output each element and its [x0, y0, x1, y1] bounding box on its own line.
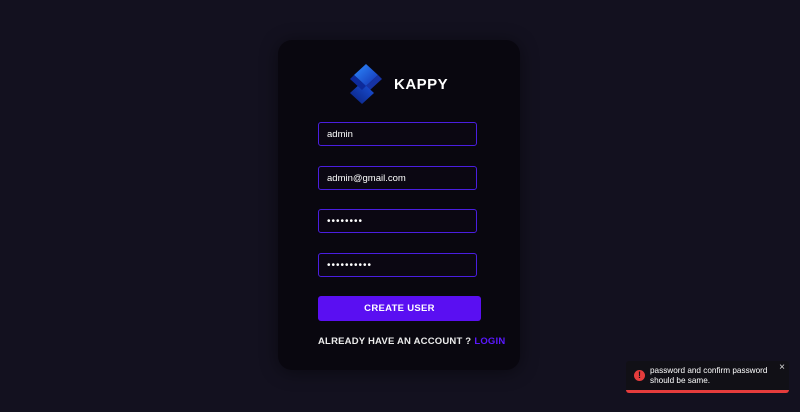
login-prompt-text: ALREADY HAVE AN ACCOUNT ? — [318, 336, 472, 347]
register-page: KAPPY CREATE USER ALREADY HAVE AN ACCOUN… — [0, 0, 800, 412]
username-input[interactable] — [318, 122, 477, 146]
login-link[interactable]: LOGIN — [474, 336, 505, 347]
confirm-password-input[interactable] — [318, 253, 477, 277]
brand: KAPPY — [344, 64, 448, 104]
toast-message: password and confirm password should be … — [650, 366, 768, 385]
brand-name: KAPPY — [394, 75, 449, 93]
kappy-s-logo-icon — [350, 64, 382, 104]
close-icon[interactable]: × — [779, 362, 785, 373]
register-card: KAPPY CREATE USER ALREADY HAVE AN ACCOUN… — [278, 40, 520, 370]
error-icon: ! — [634, 370, 645, 381]
create-user-button[interactable]: CREATE USER — [318, 296, 481, 321]
email-input[interactable] — [318, 166, 477, 190]
password-input[interactable] — [318, 209, 477, 233]
login-prompt-row: ALREADY HAVE AN ACCOUNT ? LOGIN — [318, 336, 505, 347]
error-toast: ! password and confirm password should b… — [626, 361, 789, 393]
toast-progress-bar — [626, 390, 789, 393]
